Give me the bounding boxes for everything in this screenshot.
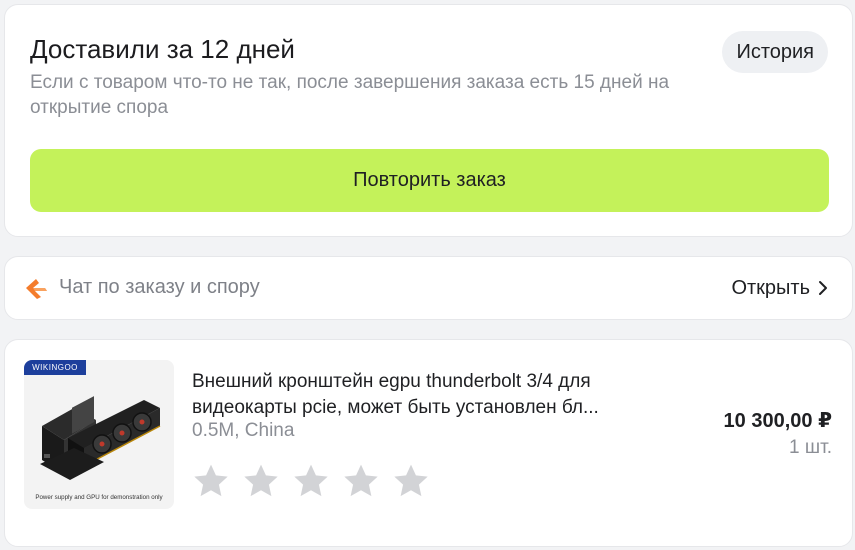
open-chat-label: Открыть: [731, 276, 810, 299]
chat-label: Чат по заказу и спору: [59, 276, 260, 298]
brand-tag: WIKINGOO: [24, 360, 86, 375]
repeat-order-button[interactable]: Повторить заказ: [30, 149, 829, 212]
star-icon[interactable]: [241, 461, 281, 501]
delivery-title: Доставили за 12 дней: [30, 34, 295, 64]
product-card: WIKINGOO Power supply and GPU for demons…: [4, 339, 853, 547]
delivery-subtitle: Если с товаром что-то не так, после заве…: [30, 72, 670, 118]
product-quantity: 1 шт.: [789, 437, 832, 458]
chevron-right-icon: [819, 281, 827, 295]
star-icon[interactable]: [391, 461, 431, 501]
product-title[interactable]: Внешний кронштейн egpu thunderbolt 3/4 д…: [192, 369, 672, 421]
product-price: 10 300,00 ₽: [723, 410, 832, 432]
rating-stars[interactable]: [191, 461, 431, 501]
product-image[interactable]: WIKINGOO Power supply and GPU for demons…: [24, 360, 174, 509]
history-button[interactable]: История: [722, 31, 828, 73]
image-caption: Power supply and GPU for demonstration o…: [35, 494, 163, 501]
chat-logo-icon: [26, 279, 47, 299]
delivery-card: Доставили за 12 дней Если с товаром что-…: [4, 4, 853, 237]
product-variant: 0.5M, China: [192, 420, 295, 441]
open-chat-button[interactable]: Открыть: [731, 274, 830, 302]
order-chat-row[interactable]: Чат по заказу и спору Открыть: [4, 256, 853, 320]
gpu-bracket-illustration: [40, 396, 161, 480]
star-icon[interactable]: [341, 461, 381, 501]
star-icon[interactable]: [291, 461, 331, 501]
star-icon[interactable]: [191, 461, 231, 501]
